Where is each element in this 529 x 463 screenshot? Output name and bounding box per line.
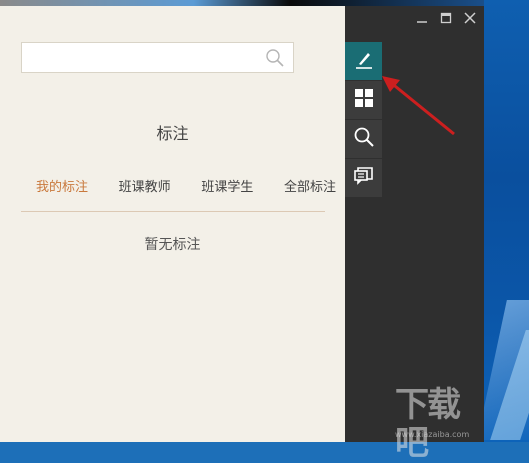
desktop-background bbox=[484, 0, 529, 442]
annotation-panel: 标注 我的标注 班课教师 班课学生 全部标注 暂无标注 bbox=[0, 6, 345, 442]
close-icon[interactable] bbox=[462, 10, 478, 26]
grid-icon bbox=[354, 88, 374, 112]
watermark-url: www.xiazaiba.com bbox=[395, 430, 470, 439]
comment-tool-button[interactable] bbox=[345, 159, 382, 197]
tab-class-teacher[interactable]: 班课教师 bbox=[119, 176, 171, 196]
tool-column bbox=[345, 42, 382, 198]
empty-state-text: 暂无标注 bbox=[144, 237, 201, 253]
pen-icon bbox=[353, 48, 375, 74]
watermark-logo: 下载吧 bbox=[395, 385, 461, 463]
search-tool-button[interactable] bbox=[345, 120, 382, 158]
search-icon bbox=[353, 126, 375, 152]
annotate-tool-button[interactable] bbox=[345, 42, 382, 80]
annotation-tabs: 我的标注 班课教师 班课学生 全部标注 bbox=[36, 176, 336, 196]
watermark: 下载吧 www.xiazaiba.com bbox=[395, 386, 484, 462]
maximize-icon[interactable] bbox=[438, 10, 454, 26]
tab-my-annotations[interactable]: 我的标注 bbox=[36, 176, 88, 196]
search-box[interactable] bbox=[21, 42, 294, 73]
minimize-icon[interactable] bbox=[414, 10, 430, 26]
window-controls bbox=[414, 10, 478, 26]
comment-icon bbox=[353, 165, 375, 191]
tab-all-annotations[interactable]: 全部标注 bbox=[284, 176, 336, 196]
divider bbox=[21, 211, 325, 212]
search-icon[interactable] bbox=[265, 48, 285, 68]
right-toolbar-panel: 下载吧 www.xiazaiba.com bbox=[345, 6, 484, 462]
search-input[interactable] bbox=[22, 43, 268, 72]
grid-tool-button[interactable] bbox=[345, 81, 382, 119]
panel-title: 标注 bbox=[156, 124, 189, 143]
tab-class-students[interactable]: 班课学生 bbox=[201, 176, 253, 196]
